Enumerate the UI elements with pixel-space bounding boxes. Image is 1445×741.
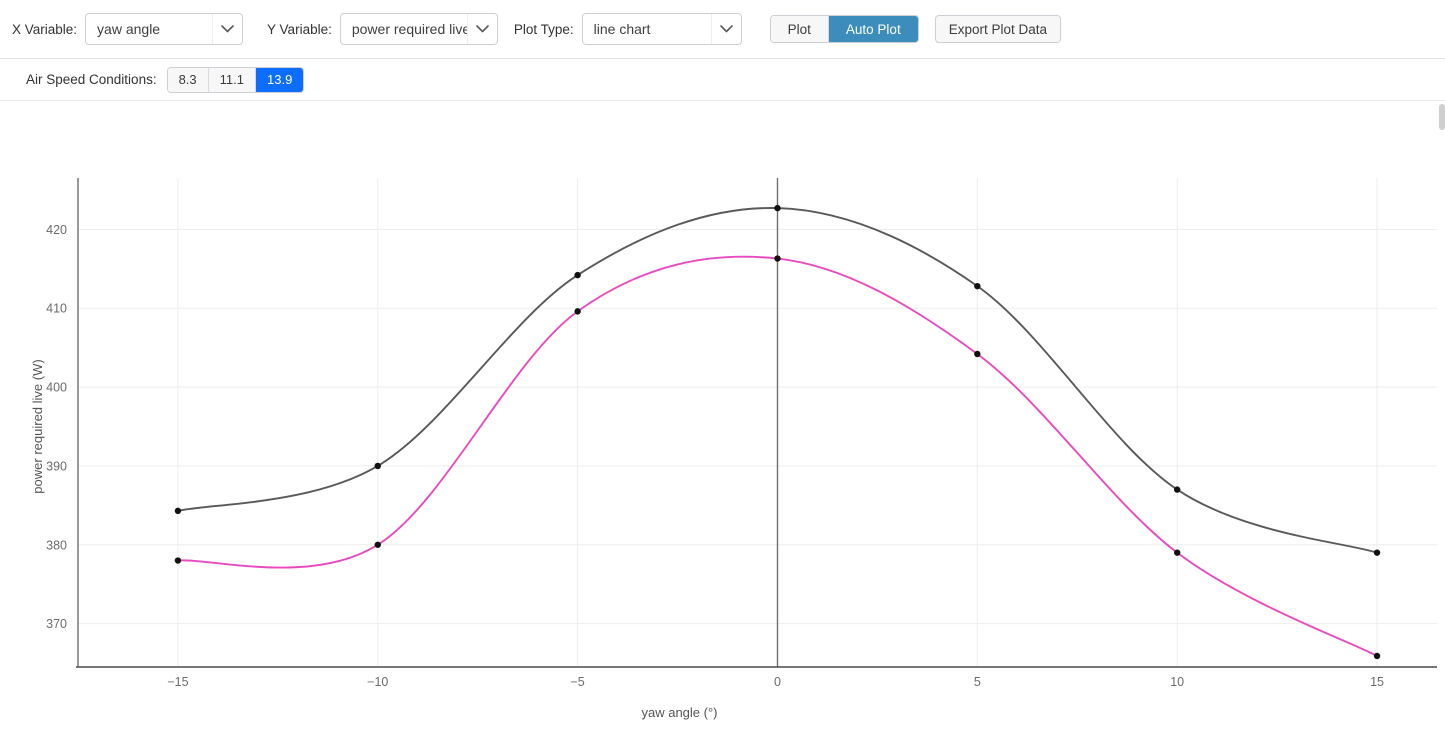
air-speed-option-11-1[interactable]: 11.1 — [209, 68, 256, 92]
data-point-marker — [774, 205, 780, 211]
x-tick-label: −10 — [367, 675, 388, 689]
data-point-marker — [375, 463, 381, 469]
x-variable-select[interactable]: yaw angle — [85, 13, 243, 45]
x-variable-value: yaw angle — [86, 21, 212, 37]
air-speed-button-group: 8.3 11.1 13.9 — [167, 67, 305, 93]
y-variable-value: power required live — [341, 21, 467, 37]
air-speed-option-8-3[interactable]: 8.3 — [168, 68, 209, 92]
plot-type-select[interactable]: line chart — [582, 13, 742, 45]
plot-controls-toolbar: X Variable: yaw angle Y Variable: power … — [0, 0, 1445, 59]
plot-type-value: line chart — [583, 21, 711, 37]
y-variable-select[interactable]: power required live — [340, 13, 498, 45]
data-point-marker — [175, 557, 181, 563]
vertical-scrollbar-thumb[interactable] — [1439, 104, 1445, 130]
plot-button[interactable]: Plot — [771, 16, 829, 42]
data-point-marker — [974, 351, 980, 357]
chevron-down-icon — [467, 14, 497, 44]
export-plot-data-button[interactable]: Export Plot Data — [935, 15, 1061, 43]
x-variable-label: X Variable: — [12, 22, 77, 37]
data-point-marker — [1374, 653, 1380, 659]
data-point-marker — [1374, 549, 1380, 555]
data-point-marker — [574, 308, 580, 314]
y-tick-label: 400 — [46, 381, 67, 395]
y-axis-title: power required live (W) — [30, 359, 45, 493]
air-speed-conditions-label: Air Speed Conditions: — [26, 72, 157, 87]
data-point-marker — [1174, 549, 1180, 555]
data-point-marker — [375, 542, 381, 548]
y-tick-label: 390 — [46, 459, 67, 473]
data-point-marker — [175, 508, 181, 514]
air-speed-conditions-row: Air Speed Conditions: 8.3 11.1 13.9 — [0, 59, 1445, 101]
air-speed-option-13-9[interactable]: 13.9 — [256, 68, 303, 92]
y-tick-label: 410 — [46, 302, 67, 316]
data-point-marker — [574, 272, 580, 278]
plot-type-label: Plot Type: — [514, 22, 574, 37]
data-point-marker — [1174, 486, 1180, 492]
x-tick-label: 5 — [974, 675, 981, 689]
x-axis-title: yaw angle (°) — [641, 705, 717, 720]
y-tick-label: 420 — [46, 223, 67, 237]
x-tick-label: 0 — [774, 675, 781, 689]
data-point-marker — [974, 283, 980, 289]
x-tick-label: 10 — [1170, 675, 1184, 689]
plot-mode-button-group: Plot Auto Plot — [770, 15, 919, 43]
x-tick-label: −15 — [167, 675, 188, 689]
x-tick-label: 15 — [1370, 675, 1384, 689]
x-tick-label: −5 — [570, 675, 584, 689]
auto-plot-button[interactable]: Auto Plot — [829, 16, 918, 42]
y-tick-label: 370 — [46, 617, 67, 631]
chart-container: 370 380 390 400 410 420 −15 −10 −5 0 5 10 15 yaw angl… — [0, 101, 1445, 741]
y-variable-label: Y Variable: — [267, 22, 332, 37]
chevron-down-icon — [711, 14, 741, 44]
y-tick-label: 380 — [46, 538, 67, 552]
chevron-down-icon — [212, 14, 242, 44]
line-chart: 370 380 390 400 410 420 −15 −10 −5 0 5 10 15 yaw angl… — [0, 101, 1445, 741]
data-point-marker — [774, 255, 780, 261]
